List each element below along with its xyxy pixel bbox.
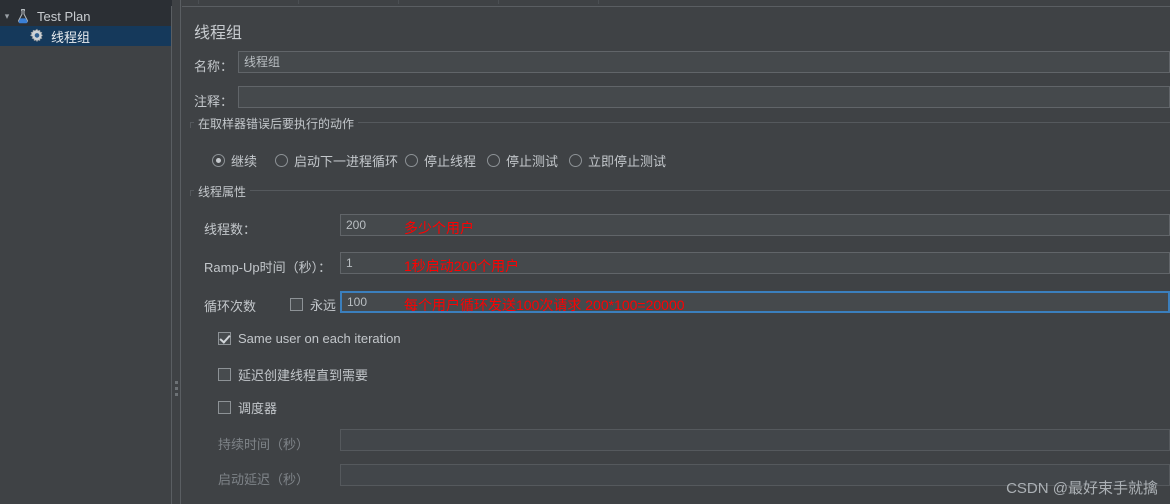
- tree-item-test-plan[interactable]: ▾ Test Plan: [0, 6, 171, 26]
- splitter-grip-dot: [175, 387, 178, 390]
- duration-label: 持续时间（秒）: [218, 437, 310, 452]
- splitter-grip-dot: [175, 381, 178, 384]
- scheduler-checkbox[interactable]: 调度器: [218, 398, 277, 417]
- thread-count-label: 线程数：: [204, 222, 257, 237]
- toolbar-tick: [398, 0, 399, 4]
- splitter-grip-handle[interactable]: [175, 381, 179, 397]
- annotation-loop-count: 每个用户循环发送100次请求 200*100=20000: [404, 297, 685, 313]
- splitter-grip-dot: [175, 393, 178, 396]
- sampler-error-action-group: 在取样器错误后要执行的动作 继续 启动下一进程循环 停止线程 停止测试 立即停止…: [190, 115, 1170, 180]
- thread-group-gear-icon: [28, 27, 46, 45]
- duration-input[interactable]: [340, 429, 1170, 451]
- scheduler-label: 调度器: [238, 401, 278, 416]
- group-title: 在取样器错误后要执行的动作: [194, 115, 359, 132]
- tree-item-thread-group[interactable]: 线程组: [0, 26, 171, 46]
- radio-mark-icon: [212, 154, 225, 167]
- checkbox-mark-icon: [218, 368, 231, 381]
- watermark: CSDN @最好束手就擒: [1006, 480, 1158, 497]
- radio-label: 停止测试: [506, 154, 559, 169]
- radio-continue[interactable]: 继续: [212, 151, 257, 170]
- toolbar-tick: [498, 0, 499, 4]
- tree-empty-area: [0, 46, 171, 504]
- radio-label: 立即停止测试: [588, 154, 667, 169]
- loop-count-label: 循环次数: [204, 299, 257, 314]
- loop-forever-label: 永远: [310, 298, 337, 313]
- delayed-thread-creation-checkbox[interactable]: 延迟创建线程直到需要: [218, 365, 368, 384]
- name-input[interactable]: 线程组: [238, 51, 1170, 73]
- tree-item-label: Test Plan: [37, 8, 91, 24]
- same-user-label: Same user on each iteration: [238, 331, 401, 346]
- radio-label: 停止线程: [424, 154, 477, 169]
- tree-item-label: 线程组: [51, 29, 91, 45]
- test-plan-flask-icon: [14, 7, 32, 25]
- thread-properties-group: 线程属性 线程数： 200 多少个用户 Ramp-Up时间（秒）： 1 1秒启动…: [190, 183, 1170, 501]
- name-label: 名称：: [194, 59, 234, 74]
- group-title: 线程属性: [194, 183, 251, 200]
- thread-group-config-panel: 线程组 名称： 线程组 注释： 在取样器错误后要执行的动作 继续 启动下一进程循…: [182, 6, 1170, 504]
- annotation-ramp-up: 1秒启动200个用户: [404, 258, 520, 274]
- radio-stop-thread[interactable]: 停止线程: [405, 151, 476, 170]
- panel-splitter[interactable]: [172, 0, 181, 504]
- toolbar-tick: [598, 0, 599, 4]
- radio-label: 继续: [231, 154, 258, 169]
- toolbar-tick: [298, 0, 299, 4]
- radio-label: 启动下一进程循环: [294, 154, 399, 169]
- radio-mark-icon: [275, 154, 288, 167]
- comment-label: 注释：: [194, 94, 234, 109]
- comment-input[interactable]: [238, 86, 1170, 108]
- radio-mark-icon: [405, 154, 418, 167]
- group-border-tick: [190, 191, 191, 196]
- radio-start-next-loop[interactable]: 启动下一进程循环: [275, 151, 398, 170]
- test-plan-tree-panel: ▾ Test Plan 线程组: [0, 0, 172, 504]
- same-user-checkbox[interactable]: Same user on each iteration: [218, 331, 401, 346]
- ramp-up-label: Ramp-Up时间（秒）：: [204, 260, 332, 275]
- radio-stop-test-now[interactable]: 立即停止测试: [569, 151, 666, 170]
- startup-delay-label: 启动延迟（秒）: [218, 472, 310, 487]
- loop-forever-checkbox[interactable]: 永远: [290, 295, 336, 314]
- toolbar-tick: [198, 0, 199, 4]
- delayed-thread-creation-label: 延迟创建线程直到需要: [238, 368, 369, 383]
- radio-mark-icon: [487, 154, 500, 167]
- checkbox-mark-icon: [290, 298, 303, 311]
- page-title: 线程组: [194, 25, 243, 42]
- chevron-down-icon[interactable]: ▾: [0, 11, 14, 22]
- group-border-tick: [190, 123, 191, 128]
- checkbox-mark-icon: [218, 401, 231, 414]
- annotation-thread-count: 多少个用户: [404, 220, 474, 236]
- radio-stop-test[interactable]: 停止测试: [487, 151, 558, 170]
- radio-mark-icon: [569, 154, 582, 167]
- checkbox-mark-icon: [218, 332, 231, 345]
